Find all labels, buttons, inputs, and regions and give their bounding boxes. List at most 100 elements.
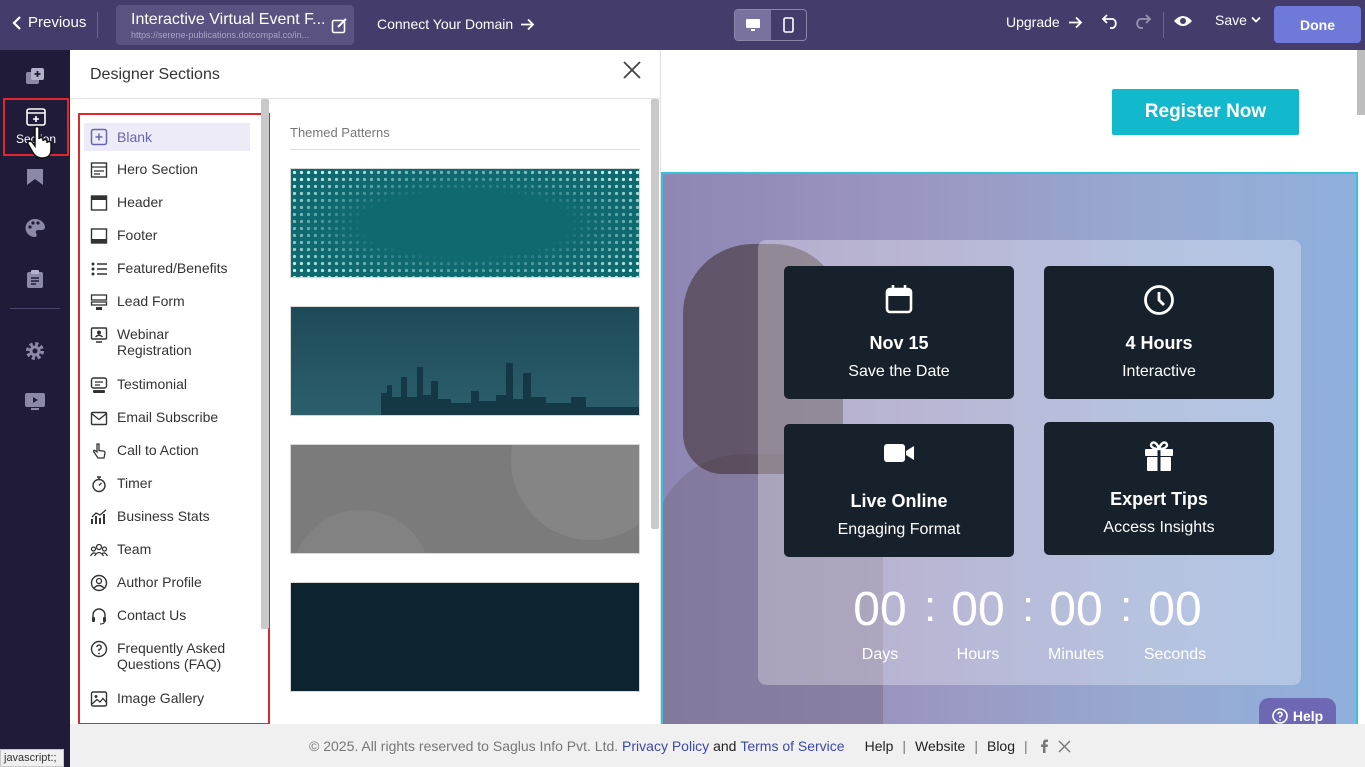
x-twitter-icon[interactable] <box>1058 740 1071 753</box>
facebook-icon[interactable] <box>1039 739 1049 753</box>
privacy-policy-link[interactable]: Privacy Policy <box>622 738 709 754</box>
page-url: https://serene-publications.dotcompal.co… <box>131 30 310 40</box>
arrow-right-icon <box>1068 16 1082 28</box>
footer-separator: | <box>1024 738 1028 754</box>
section-item-call-to-action[interactable]: Call to Action <box>84 442 250 460</box>
upgrade-button[interactable]: Upgrade <box>1006 14 1083 30</box>
pattern-thumbnail-grey-circles[interactable] <box>290 444 640 554</box>
and-text: and <box>713 738 737 754</box>
section-item-featured[interactable]: Featured/Benefits <box>84 260 250 278</box>
section-item-contact-us[interactable]: Contact Us <box>84 607 250 625</box>
section-item-business-stats[interactable]: Business Stats <box>84 508 250 526</box>
section-item-label: Call to Action <box>117 442 199 458</box>
user-icon <box>90 574 108 592</box>
rail-settings-button[interactable] <box>0 340 70 362</box>
section-item-testimonial[interactable]: Testimonial <box>84 376 250 394</box>
footer-help-link[interactable]: Help <box>865 738 894 754</box>
footer-separator: | <box>974 738 978 754</box>
page-title-box[interactable]: Interactive Virtual Event F... https://s… <box>116 5 354 45</box>
redo-icon[interactable] <box>1133 13 1151 29</box>
connect-domain-link[interactable]: Connect Your Domain <box>377 16 535 32</box>
edit-icon[interactable] <box>331 17 348 34</box>
hero-icon <box>90 162 108 178</box>
clock-icon <box>1144 285 1174 315</box>
event-tile[interactable]: Live Online Engaging Format <box>784 424 1014 557</box>
gear-icon <box>26 342 44 360</box>
countdown-days-label: Days <box>861 646 899 663</box>
section-item-webinar[interactable]: Webinar Registration <box>84 326 204 358</box>
undo-icon[interactable] <box>1102 13 1120 29</box>
terms-of-service-link[interactable]: Terms of Service <box>740 738 844 754</box>
section-item-author-profile[interactable]: Author Profile <box>84 574 250 592</box>
countdown-seconds-label: Seconds <box>1143 646 1207 663</box>
rail-pages-button[interactable] <box>0 66 70 86</box>
section-item-label: Frequently Asked Questions (FAQ) <box>117 640 226 672</box>
tile-subtitle: Interactive <box>1122 363 1196 380</box>
done-button[interactable]: Done <box>1274 6 1361 43</box>
envelope-icon <box>90 411 108 426</box>
section-item-label: Featured/Benefits <box>117 260 228 276</box>
rail-theme-button[interactable] <box>0 218 70 238</box>
toolbar-divider <box>97 12 98 38</box>
rail-preview-button[interactable] <box>0 392 70 412</box>
stopwatch-icon <box>92 476 106 493</box>
mobile-view-button[interactable] <box>771 10 807 40</box>
tile-title: Expert Tips <box>1110 489 1208 509</box>
pages-icon <box>26 68 44 84</box>
top-toolbar: Previous Interactive Virtual Event F... … <box>0 0 1365 50</box>
app-footer: © 2025. All rights reserved to Saglus In… <box>70 724 1365 767</box>
page-title: Interactive Virtual Event F... <box>131 11 326 28</box>
section-item-hero[interactable]: Hero Section <box>84 161 250 179</box>
mobile-icon <box>782 17 794 33</box>
rail-forms-button[interactable] <box>0 269 70 289</box>
pattern-thumbnail-dark[interactable] <box>290 582 640 692</box>
rail-divider <box>10 308 60 309</box>
rail-elements-button[interactable] <box>0 168 70 186</box>
section-item-image-gallery[interactable]: Image Gallery <box>84 690 250 708</box>
countdown-separator: : <box>924 582 937 631</box>
headset-icon <box>92 608 106 625</box>
section-list-scrollbar[interactable] <box>261 99 269 629</box>
patterns-divider <box>290 149 640 150</box>
desktop-view-button[interactable] <box>735 10 771 40</box>
section-item-faq[interactable]: Frequently Asked Questions (FAQ) <box>84 640 234 672</box>
designer-sections-panel: Designer Sections Blank Hero Section Hea… <box>70 50 661 725</box>
preview-eye-icon[interactable] <box>1173 14 1193 28</box>
patterns-scrollbar[interactable] <box>651 99 659 529</box>
section-type-list: Blank Hero Section Header Footer Feature… <box>78 113 270 725</box>
faq-icon <box>90 640 108 658</box>
previous-button[interactable]: Previous <box>12 14 86 31</box>
city-skyline-image <box>291 307 639 415</box>
tile-title: Nov 15 <box>869 333 929 353</box>
event-tile[interactable]: Nov 15 Save the Date <box>784 266 1014 399</box>
event-tile[interactable]: 4 Hours Interactive <box>1044 266 1274 399</box>
countdown-separator: : <box>1022 582 1035 631</box>
footer-website-link[interactable]: Website <box>915 738 965 754</box>
section-item-timer[interactable]: Timer <box>84 475 250 493</box>
section-item-label: Email Subscribe <box>117 409 219 425</box>
themed-patterns-label: Themed Patterns <box>290 125 390 140</box>
register-now-button[interactable]: Register Now <box>1112 89 1299 135</box>
halftone-pattern-image <box>291 169 639 277</box>
section-item-email-subscribe[interactable]: Email Subscribe <box>84 409 250 427</box>
add-section-icon <box>26 108 46 126</box>
section-item-lead-form[interactable]: Lead Form <box>84 293 250 311</box>
section-item-footer[interactable]: Footer <box>84 227 250 245</box>
hero-section[interactable]: Nov 15 Save the Date 4 Hours Interactive… <box>661 172 1358 724</box>
event-tile[interactable]: Expert Tips Access Insights <box>1044 422 1274 555</box>
section-item-header[interactable]: Header <box>84 194 250 212</box>
pattern-thumbnail-halftone[interactable] <box>290 168 640 278</box>
footer-blog-link[interactable]: Blog <box>987 738 1015 754</box>
pattern-thumbnail-city[interactable] <box>290 306 640 416</box>
save-button[interactable]: Save <box>1215 12 1261 28</box>
section-item-team[interactable]: Team <box>84 541 250 559</box>
section-item-blank[interactable]: Blank <box>84 123 250 151</box>
section-item-label: Timer <box>117 475 153 491</box>
blank-icon <box>90 128 108 146</box>
panel-header: Designer Sections <box>70 50 660 99</box>
section-item-label: Footer <box>117 227 158 243</box>
canvas-scrollbar[interactable] <box>1357 50 1365 115</box>
list-icon <box>91 262 107 276</box>
close-icon[interactable] <box>622 60 642 80</box>
bookmark-icon <box>27 169 43 185</box>
